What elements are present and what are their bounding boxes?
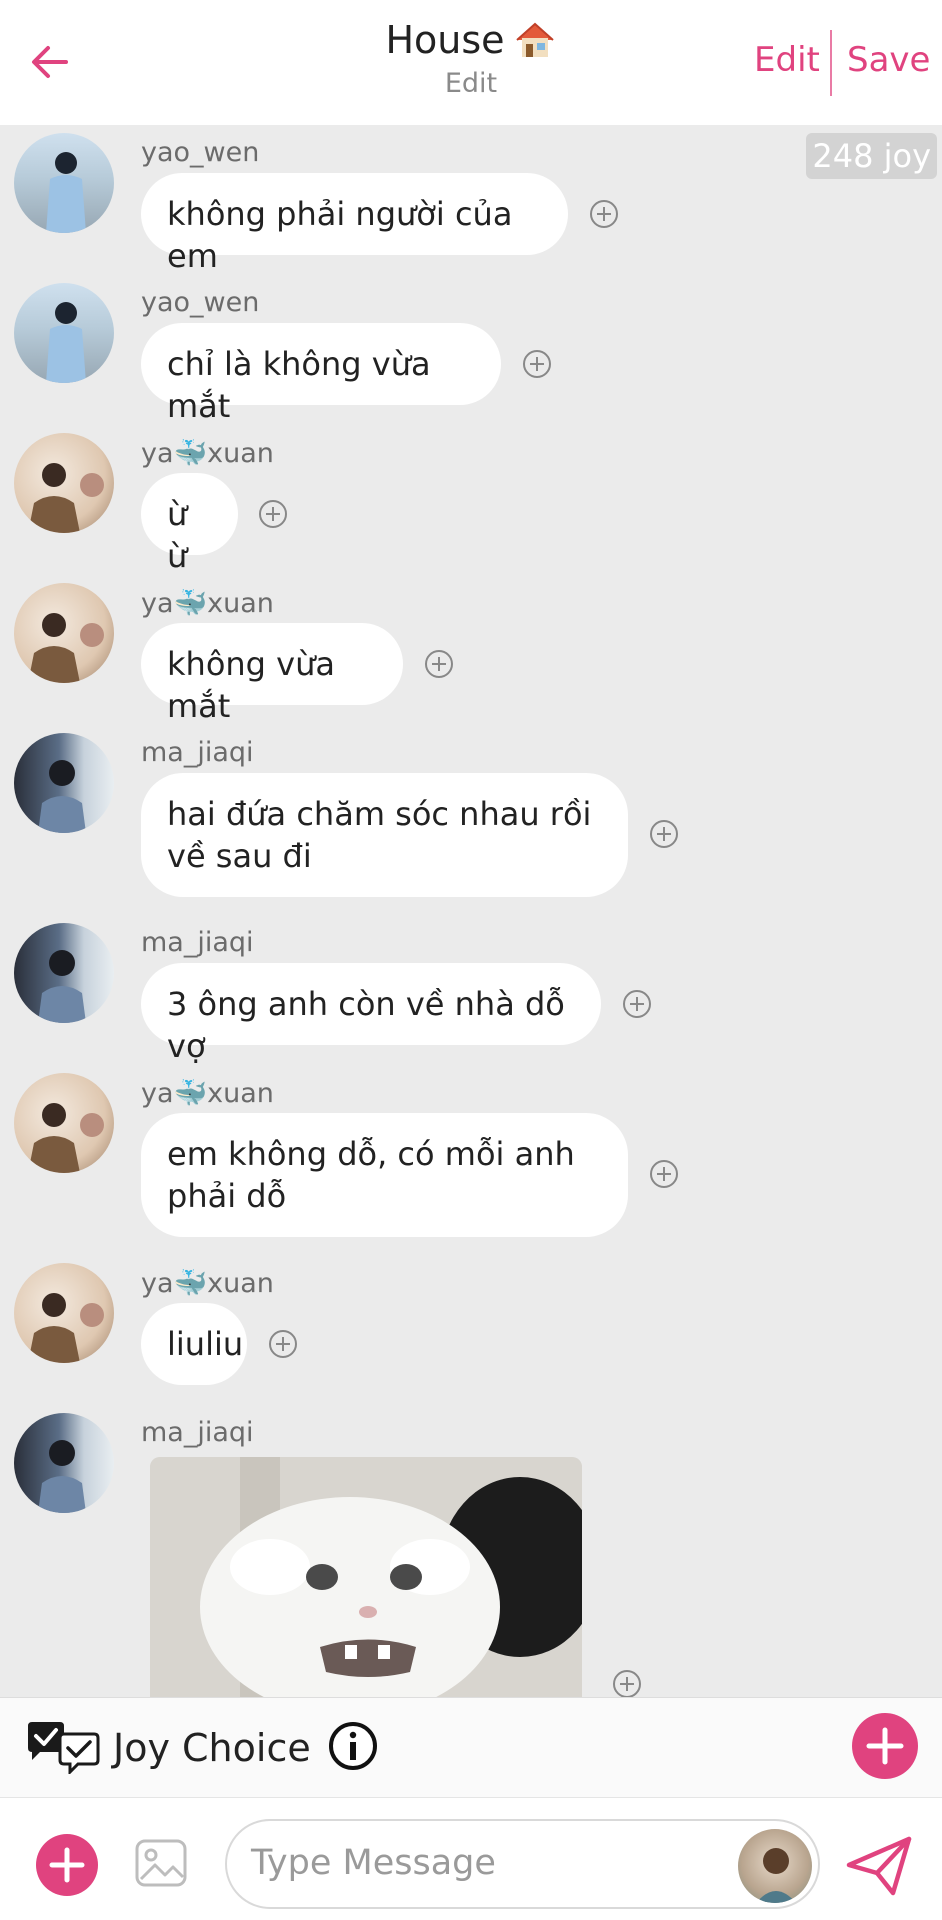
message-input-placeholder: Type Message <box>251 1843 496 1883</box>
avatar[interactable] <box>14 583 114 683</box>
person-silhouette-icon <box>28 613 104 683</box>
add-reaction-icon[interactable] <box>423 648 455 680</box>
message-row: ya🐳xuan không vừa mắt <box>0 575 942 725</box>
message-bubble[interactable]: 3 ông anh còn về nhà dỗ vợ <box>141 963 601 1065</box>
character-avatar[interactable] <box>738 1829 812 1903</box>
message-text: chỉ là không vừa mắt <box>167 345 431 425</box>
message-input[interactable]: Type Message <box>225 1819 820 1909</box>
message-text: liuliu <box>167 1325 244 1363</box>
house-icon <box>515 22 554 57</box>
message-bubble[interactable]: không vừa mắt <box>141 623 403 725</box>
cat-sticker-icon <box>150 1457 582 1697</box>
avatar[interactable] <box>14 1263 114 1363</box>
message-input-bar: Type Message <box>0 1797 942 1920</box>
joy-choice-label: Joy Choice <box>113 1726 311 1770</box>
attach-button[interactable] <box>36 1834 98 1896</box>
message-bubble[interactable]: hai đứa chăm sóc nhau rồi về sau đi <box>141 773 628 897</box>
edit-button[interactable]: Edit <box>754 40 820 80</box>
header-divider <box>830 30 832 96</box>
image-icon[interactable] <box>133 1835 189 1891</box>
plus-icon <box>49 1847 85 1883</box>
avatar[interactable] <box>14 133 114 233</box>
add-reaction-icon[interactable] <box>521 348 553 380</box>
avatar[interactable] <box>14 733 114 833</box>
message-row: ma_jiaqi hai đứa chăm sóc nhau rồi về sa… <box>0 725 942 915</box>
message-text: không vừa mắt <box>167 645 335 725</box>
sender-name: ya🐳xuan <box>141 1268 274 1299</box>
add-reaction-icon[interactable] <box>588 198 620 230</box>
joy-add-button[interactable] <box>852 1713 918 1779</box>
person-silhouette-icon <box>38 760 86 833</box>
sender-name: ma_jiaqi <box>141 737 254 768</box>
sender-name: ya🐳xuan <box>141 588 274 619</box>
sender-name: ma_jiaqi <box>141 1417 254 1448</box>
sender-name: ya🐳xuan <box>141 438 274 469</box>
chat-header: House Edit Edit Save <box>0 0 942 125</box>
message-row: ya🐳xuan em không dỗ, có mỗi anh phải dỗ <box>0 1065 942 1255</box>
avatar[interactable] <box>14 923 114 1023</box>
save-button[interactable]: Save <box>847 40 930 80</box>
avatar[interactable] <box>14 1073 114 1173</box>
add-reaction-icon[interactable] <box>267 1328 299 1360</box>
person-silhouette-icon <box>38 950 86 1023</box>
person-silhouette-icon <box>46 302 86 383</box>
sender-name: ma_jiaqi <box>141 927 254 958</box>
message-text: ừ ừ <box>167 495 188 575</box>
person-silhouette-icon <box>756 1848 796 1903</box>
message-text: không phải người của em <box>167 195 513 275</box>
person-silhouette-icon <box>38 1440 86 1513</box>
back-button[interactable] <box>22 34 78 90</box>
add-reaction-icon[interactable] <box>648 1158 680 1190</box>
person-silhouette-icon <box>28 1103 104 1173</box>
message-row: yao_wen không phải người của em <box>0 125 942 275</box>
chat-title: House <box>385 18 556 62</box>
message-bubble[interactable]: chỉ là không vừa mắt <box>141 323 501 425</box>
joy-balance-badge: 248 joy <box>806 133 937 179</box>
sender-name: ya🐳xuan <box>141 1078 274 1109</box>
message-bubble[interactable]: liuliu <box>141 1303 247 1385</box>
message-bubble[interactable]: em không dỗ, có mỗi anh phải dỗ <box>141 1113 628 1237</box>
person-silhouette-icon <box>46 152 86 233</box>
sender-name: yao_wen <box>141 287 260 318</box>
message-bubble[interactable]: ừ ừ <box>141 473 238 575</box>
avatar[interactable] <box>14 433 114 533</box>
add-reaction-icon[interactable] <box>611 1668 643 1697</box>
send-icon[interactable] <box>845 1835 913 1899</box>
add-reaction-icon[interactable] <box>257 498 289 530</box>
add-reaction-icon[interactable] <box>621 988 653 1020</box>
message-row: ma_jiaqi 3 ông anh còn về nhà dỗ vợ <box>0 915 942 1065</box>
message-row: ya🐳xuan ừ ừ <box>0 425 942 575</box>
sender-name: yao_wen <box>141 137 260 168</box>
chat-message-list[interactable]: yao_wen không phải người của em yao_wen … <box>0 125 942 1697</box>
message-text: hai đứa chăm sóc nhau rồi về sau đi <box>167 795 592 875</box>
plus-icon <box>866 1727 904 1765</box>
joy-choice-bar: Joy Choice <box>0 1697 942 1797</box>
info-icon[interactable] <box>325 1718 381 1774</box>
person-silhouette-icon <box>28 1293 104 1363</box>
avatar[interactable] <box>14 1413 114 1513</box>
add-reaction-icon[interactable] <box>648 818 680 850</box>
message-row: ya🐳xuan liuliu <box>0 1255 942 1405</box>
message-row: yao_wen chỉ là không vừa mắt <box>0 275 942 425</box>
chat-bubbles-check-icon[interactable] <box>22 1718 104 1774</box>
sticker-image[interactable] <box>150 1457 582 1697</box>
person-silhouette-icon <box>28 463 104 533</box>
message-bubble[interactable]: không phải người của em <box>141 173 568 275</box>
arrow-left-icon <box>32 46 68 78</box>
message-text: 3 ông anh còn về nhà dỗ vợ <box>167 985 565 1065</box>
message-text: em không dỗ, có mỗi anh phải dỗ <box>167 1135 575 1215</box>
message-row: ma_jiaqi <box>0 1405 942 1697</box>
chat-title-text: House <box>385 18 505 62</box>
avatar[interactable] <box>14 283 114 383</box>
